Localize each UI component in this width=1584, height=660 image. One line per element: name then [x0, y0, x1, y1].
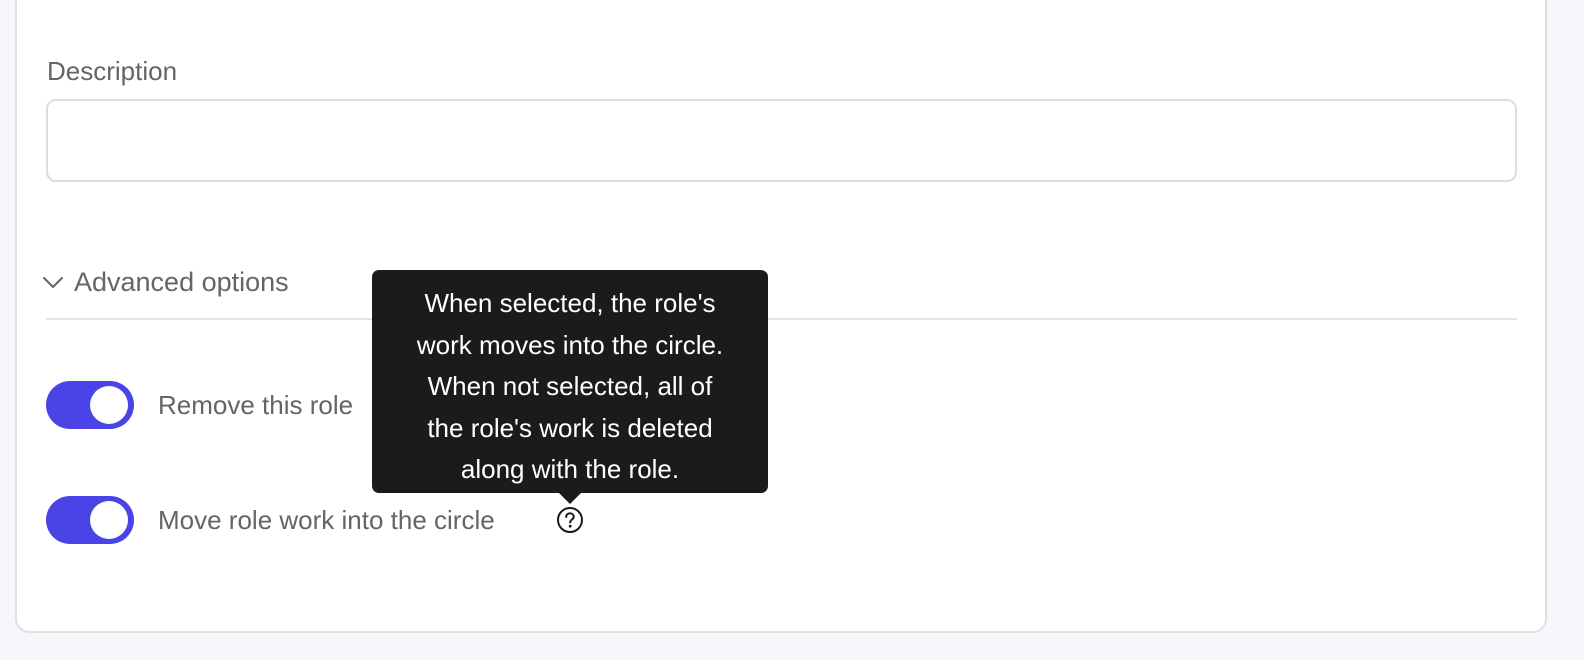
- move-work-toggle[interactable]: [46, 496, 134, 544]
- tooltip-line: When not selected, all of: [427, 371, 713, 401]
- tooltip-line: When selected, the role's: [424, 288, 716, 318]
- tooltip-line: the role's work is deleted: [427, 412, 713, 443]
- chevron-down-icon: [43, 277, 63, 288]
- advanced-options-label: Advanced options: [74, 266, 289, 297]
- remove-role-label: Remove this role: [158, 390, 354, 420]
- help-tooltip: When selected, the role's work moves int…: [372, 270, 768, 493]
- description-label: Description: [47, 56, 178, 86]
- section-divider: [46, 318, 1517, 320]
- tooltip-line: work moves into the circle.: [416, 329, 724, 360]
- toggle-knob: [90, 501, 128, 539]
- tooltip-arrow: [558, 492, 582, 504]
- question-circle-icon[interactable]: [556, 506, 584, 534]
- remove-role-toggle[interactable]: [46, 381, 134, 429]
- move-work-label: Move role work into the circle: [158, 505, 495, 535]
- description-input[interactable]: [46, 99, 1517, 182]
- tooltip-line: along with the role.: [460, 454, 680, 484]
- advanced-options-toggle[interactable]: Advanced options: [40, 262, 289, 302]
- form-card: [15, 0, 1547, 633]
- toggle-knob: [90, 386, 128, 424]
